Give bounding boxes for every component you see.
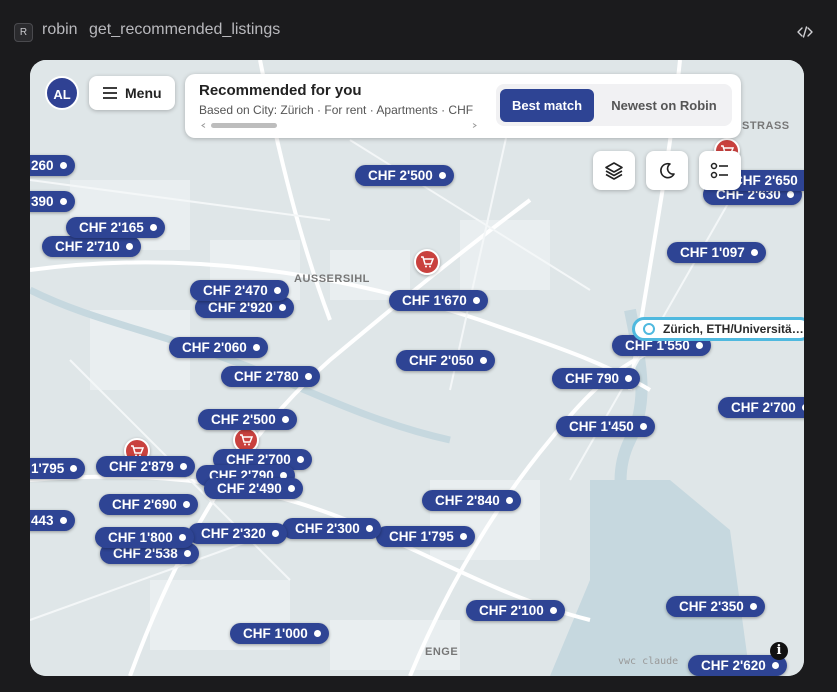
- price-pin[interactable]: CHF 2'700: [718, 397, 804, 418]
- price-pin[interactable]: CHF 1'450: [556, 416, 655, 437]
- price-pin[interactable]: CHF 2'490: [204, 478, 303, 499]
- price-pin[interactable]: CHF 2'780: [221, 366, 320, 387]
- sort-best-match-button[interactable]: Best match: [500, 89, 594, 122]
- current-location-marker[interactable]: Zürich, ETH/Universitä…: [632, 317, 804, 341]
- price-pin[interactable]: CHF 2'710: [42, 236, 141, 257]
- avatar[interactable]: AL: [45, 76, 79, 110]
- hamburger-icon: [103, 87, 117, 99]
- price-pin[interactable]: 260: [30, 155, 75, 176]
- recommendation-panel: Recommended for you Based on City: Züric…: [185, 74, 741, 138]
- price-pin[interactable]: CHF 2'470: [190, 280, 289, 301]
- tool-header: R robin get_recommended_listings: [0, 0, 837, 60]
- price-pin[interactable]: CHF 790: [552, 368, 641, 389]
- price-pin[interactable]: CHF 2'620: [688, 655, 787, 676]
- recommendation-title: Recommended for you: [199, 82, 362, 99]
- layers-button[interactable]: [593, 151, 635, 190]
- dark-mode-button[interactable]: [646, 151, 688, 190]
- sort-toggle: Best match Newest on Robin: [496, 84, 732, 126]
- price-pin[interactable]: CHF 2'500: [355, 165, 454, 186]
- app-badge: R: [14, 23, 33, 42]
- price-pin[interactable]: 1'795: [30, 458, 86, 479]
- price-pin[interactable]: 443: [30, 510, 75, 531]
- sort-newest-button[interactable]: Newest on Robin: [600, 89, 728, 122]
- scrollbar-thumb[interactable]: [211, 123, 277, 128]
- price-pin[interactable]: CHF 2'100: [466, 600, 565, 621]
- map-attribution: vwc claude: [618, 656, 679, 667]
- price-pin[interactable]: CHF 2'060: [169, 337, 268, 358]
- area-label: ENGE: [425, 646, 459, 658]
- price-pin[interactable]: CHF 2'350: [666, 596, 765, 617]
- layers-icon: [605, 161, 623, 180]
- price-pin[interactable]: CHF 2'690: [99, 494, 198, 515]
- location-dot-icon: [643, 323, 655, 335]
- price-pin[interactable]: CHF 2'500: [198, 409, 297, 430]
- price-pin[interactable]: 390: [30, 191, 75, 212]
- price-pin[interactable]: CHF 1'800: [95, 527, 194, 548]
- tool-name: get_recommended_listings: [89, 21, 281, 38]
- price-pin[interactable]: CHF 2'300: [282, 518, 381, 539]
- price-pin[interactable]: CHF 2'879: [96, 456, 195, 477]
- price-pin[interactable]: CHF 1'670: [389, 290, 488, 311]
- menu-label: Menu: [125, 85, 162, 101]
- listings-map[interactable]: AUSSERSIHL ENGE STRASS CHF 2'500 CHF 1'6…: [30, 60, 804, 676]
- price-pin[interactable]: CHF 2'165: [66, 217, 165, 238]
- app-name: robin: [42, 21, 78, 38]
- menu-button[interactable]: Menu: [89, 76, 175, 110]
- filters-button[interactable]: [699, 151, 741, 190]
- price-pin[interactable]: CHF 1'795: [376, 526, 475, 547]
- recommendation-criteria: Based on City: Zürich · For rent · Apart…: [199, 103, 474, 117]
- price-pin[interactable]: CHF 2'050: [396, 350, 495, 371]
- info-icon[interactable]: i: [770, 642, 788, 660]
- area-label: STRASS: [742, 120, 790, 132]
- criteria-scrollbar[interactable]: [201, 123, 477, 128]
- shop-marker-icon[interactable]: [414, 249, 440, 275]
- moon-icon: [660, 162, 675, 178]
- area-label: AUSSERSIHL: [294, 273, 370, 285]
- filter-list-icon: [710, 162, 728, 178]
- price-pin[interactable]: CHF 2'840: [422, 490, 521, 511]
- location-label: Zürich, ETH/Universitä…: [663, 322, 804, 336]
- price-pin[interactable]: CHF 1'000: [230, 623, 329, 644]
- price-pin[interactable]: CHF 2'320: [188, 523, 287, 544]
- price-pin[interactable]: CHF 1'097: [667, 242, 766, 263]
- code-icon[interactable]: [797, 24, 813, 40]
